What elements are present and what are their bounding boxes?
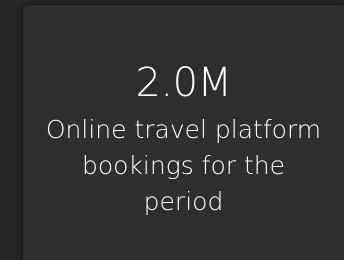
kpi-card: 2.0M Online travel platform bookings for… xyxy=(23,5,344,260)
kpi-value: 2.0M xyxy=(135,60,232,106)
kpi-label: Online travel platform bookings for the … xyxy=(45,115,322,216)
